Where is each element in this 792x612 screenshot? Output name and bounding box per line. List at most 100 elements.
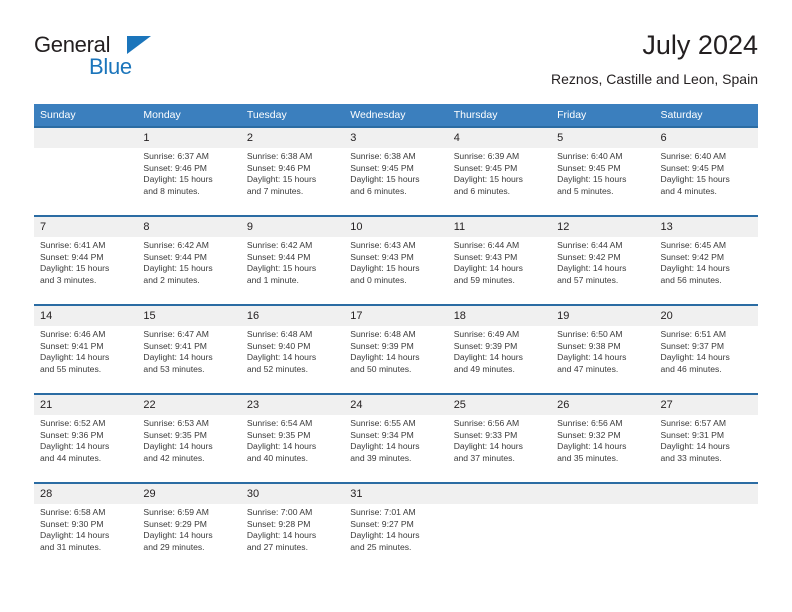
day-info-line: and 50 minutes. (350, 363, 412, 374)
day-cell[interactable]: Sunrise: 6:38 AM Sunset: 9:46 PM Daylight:… (240, 148, 345, 215)
day-cell[interactable]: Sunrise: 6:44 AM Sunset: 9:43 PM Daylight:… (447, 237, 552, 304)
day-number[interactable]: 23 (240, 395, 345, 415)
day-number[interactable]: 13 (654, 217, 758, 237)
day-info-line: and 29 minutes. (143, 541, 205, 552)
general-blue-logo: General Blue (34, 32, 214, 88)
day-cell[interactable]: Sunrise: 6:50 AM Sunset: 9:38 PM Daylight:… (551, 326, 655, 393)
day-number[interactable]: 15 (137, 306, 241, 326)
day-number[interactable]: 17 (344, 306, 448, 326)
day-number[interactable]: 28 (34, 484, 138, 504)
day-cell[interactable]: Sunrise: 6:53 AM Sunset: 9:35 PM Daylight:… (137, 415, 241, 482)
day-info-line: Sunset: 9:28 PM (246, 518, 311, 529)
day-cell[interactable]: Sunrise: 6:56 AM Sunset: 9:32 PM Daylight:… (551, 415, 655, 482)
day-info-line: Daylight: 14 hours (660, 441, 730, 452)
day-number[interactable]: 27 (654, 395, 758, 415)
day-number[interactable]: 9 (240, 217, 345, 237)
empty-day-number (654, 484, 758, 504)
empty-day-number (551, 484, 655, 504)
day-number[interactable]: 21 (34, 395, 138, 415)
day-cell[interactable]: Sunrise: 6:46 AM Sunset: 9:41 PM Daylight:… (34, 326, 138, 393)
day-cell[interactable]: Sunrise: 6:51 AM Sunset: 9:37 PM Daylight:… (654, 326, 758, 393)
day-number[interactable]: 11 (447, 217, 552, 237)
day-info-line: and 33 minutes. (660, 452, 722, 463)
day-info-line: Sunrise: 6:47 AM (143, 329, 209, 339)
day-info-line: Daylight: 14 hours (660, 352, 730, 363)
day-cell[interactable]: Sunrise: 6:48 AM Sunset: 9:39 PM Daylight:… (344, 326, 448, 393)
day-info-line: and 39 minutes. (350, 452, 412, 463)
day-info-line: and 1 minute. (246, 274, 299, 285)
day-number[interactable]: 8 (137, 217, 241, 237)
day-info-line: Daylight: 14 hours (246, 441, 317, 452)
day-cell[interactable]: Sunrise: 6:43 AM Sunset: 9:43 PM Daylight:… (344, 237, 448, 304)
day-cell[interactable]: Sunrise: 6:39 AM Sunset: 9:45 PM Daylight:… (447, 148, 552, 215)
day-number[interactable]: 1 (137, 128, 241, 148)
day-number[interactable]: 26 (551, 395, 655, 415)
day-info-line: Sunrise: 6:44 AM (557, 240, 623, 250)
day-cell[interactable]: Sunrise: 6:59 AM Sunset: 9:29 PM Daylight:… (137, 504, 241, 571)
day-cell[interactable]: Sunrise: 6:52 AM Sunset: 9:36 PM Daylight:… (34, 415, 138, 482)
day-cell[interactable]: Sunrise: 7:00 AM Sunset: 9:28 PM Daylight:… (240, 504, 345, 571)
day-info-line: and 49 minutes. (453, 363, 515, 374)
day-info-line: Daylight: 15 hours (143, 174, 213, 185)
day-info-line: Daylight: 14 hours (40, 530, 110, 541)
day-info-line: Sunset: 9:35 PM (246, 429, 311, 440)
day-number[interactable]: 7 (34, 217, 138, 237)
day-info-line: Sunrise: 6:54 AM (246, 418, 313, 428)
day-cell[interactable]: Sunrise: 6:42 AM Sunset: 9:44 PM Daylight:… (137, 237, 241, 304)
day-number[interactable]: 18 (447, 306, 552, 326)
day-info-line: Sunrise: 6:42 AM (143, 240, 209, 250)
day-info-line: Sunrise: 6:59 AM (143, 507, 209, 517)
day-cell[interactable]: Sunrise: 6:48 AM Sunset: 9:40 PM Daylight:… (240, 326, 345, 393)
day-number[interactable]: 3 (344, 128, 448, 148)
day-info-line: Sunset: 9:32 PM (557, 429, 621, 440)
day-number[interactable]: 16 (240, 306, 345, 326)
day-number[interactable]: 25 (447, 395, 552, 415)
day-cell[interactable]: Sunrise: 6:56 AM Sunset: 9:33 PM Daylight:… (447, 415, 552, 482)
day-number[interactable]: 12 (551, 217, 655, 237)
day-cell[interactable]: Sunrise: 6:47 AM Sunset: 9:41 PM Daylight:… (137, 326, 241, 393)
day-number[interactable]: 6 (654, 128, 758, 148)
day-cell[interactable]: Sunrise: 6:44 AM Sunset: 9:42 PM Daylight:… (551, 237, 655, 304)
day-info-line: and 0 minutes. (350, 274, 407, 285)
day-cell[interactable]: Sunrise: 6:37 AM Sunset: 9:46 PM Daylight:… (137, 148, 241, 215)
day-info-line: Sunset: 9:45 PM (557, 162, 621, 173)
day-info-line: Daylight: 15 hours (660, 174, 730, 185)
day-number[interactable]: 31 (344, 484, 448, 504)
day-cell[interactable]: Sunrise: 6:54 AM Sunset: 9:35 PM Daylight:… (240, 415, 345, 482)
day-cell[interactable]: Sunrise: 6:49 AM Sunset: 9:39 PM Daylight:… (447, 326, 552, 393)
day-cell[interactable]: Sunrise: 6:41 AM Sunset: 9:44 PM Daylight:… (34, 237, 138, 304)
day-number[interactable]: 4 (447, 128, 552, 148)
calendar-header-row: Sunday Monday Tuesday Wednesday Thursday Frid… (34, 104, 758, 126)
day-info-row: Sunrise: 6:52 AM Sunset: 9:36 PM Daylight:… (34, 415, 758, 482)
page-header: General Blue July 2024 Reznos, Castille … (34, 28, 758, 98)
day-cell[interactable]: Sunrise: 6:57 AM Sunset: 9:31 PM Daylight:… (654, 415, 758, 482)
day-info-line: and 7 minutes. (246, 185, 304, 196)
column-header-wednesday: Wednesday (344, 104, 448, 126)
day-cell[interactable]: Sunrise: 6:40 AM Sunset: 9:45 PM Daylight:… (654, 148, 758, 215)
day-number[interactable]: 29 (137, 484, 241, 504)
day-info-line: and 31 minutes. (40, 541, 102, 552)
day-cell[interactable]: Sunrise: 6:40 AM Sunset: 9:45 PM Daylight:… (551, 148, 655, 215)
day-info-line: and 3 minutes. (40, 274, 97, 285)
day-cell[interactable]: Sunrise: 6:58 AM Sunset: 9:30 PM Daylight:… (34, 504, 138, 571)
day-info-line: Sunrise: 6:57 AM (660, 418, 726, 428)
day-info-line: Sunrise: 6:45 AM (660, 240, 726, 250)
day-number[interactable]: 24 (344, 395, 448, 415)
day-number[interactable]: 2 (240, 128, 345, 148)
day-info-line: Sunset: 9:44 PM (246, 251, 311, 262)
day-cell[interactable]: Sunrise: 7:01 AM Sunset: 9:27 PM Daylight:… (344, 504, 448, 571)
day-info-line: and 6 minutes. (350, 185, 407, 196)
day-cell[interactable]: Sunrise: 6:38 AM Sunset: 9:45 PM Daylight:… (344, 148, 448, 215)
day-number[interactable]: 20 (654, 306, 758, 326)
day-info-line: Sunset: 9:46 PM (143, 162, 207, 173)
day-info-line: Daylight: 14 hours (453, 263, 523, 274)
day-number[interactable]: 19 (551, 306, 655, 326)
day-number[interactable]: 5 (551, 128, 655, 148)
day-cell[interactable]: Sunrise: 6:45 AM Sunset: 9:42 PM Daylight:… (654, 237, 758, 304)
day-cell[interactable]: Sunrise: 6:42 AM Sunset: 9:44 PM Daylight:… (240, 237, 345, 304)
day-number[interactable]: 22 (137, 395, 241, 415)
day-number[interactable]: 30 (240, 484, 345, 504)
day-number[interactable]: 10 (344, 217, 448, 237)
day-number[interactable]: 14 (34, 306, 138, 326)
day-cell[interactable]: Sunrise: 6:55 AM Sunset: 9:34 PM Daylight:… (344, 415, 448, 482)
